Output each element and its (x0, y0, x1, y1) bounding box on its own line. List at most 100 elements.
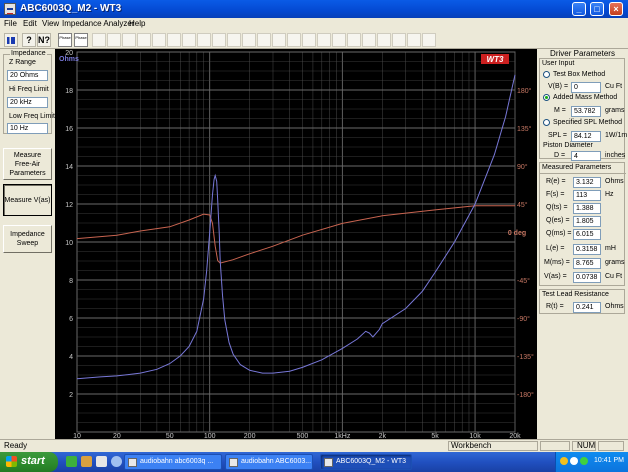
toolbar-slot-button[interactable] (92, 33, 106, 47)
toolbar-slot-button[interactable] (197, 33, 211, 47)
taskbar-item-wt3[interactable]: ABC6003Q_M2 - WT3 (320, 454, 412, 470)
quicklaunch-icon[interactable] (66, 456, 77, 467)
menu-edit[interactable]: Edit (23, 19, 37, 28)
diameter-field[interactable]: 4 (571, 151, 601, 161)
right-axis-tick-label: 90° (517, 163, 528, 171)
measure-free-air-button[interactable]: Measure Free-Air Parameters (3, 148, 52, 180)
left-axis-tick-label: 12 (65, 202, 73, 209)
network-icon[interactable] (580, 457, 588, 465)
chart-icon[interactable] (4, 33, 18, 47)
menu-help[interactable]: Help (129, 19, 145, 28)
right-axis-tick-label: -135° (517, 353, 534, 361)
toolbar-slot-button[interactable] (272, 33, 286, 47)
le-label: L(e) = (546, 245, 565, 252)
m-label: M = (554, 107, 566, 114)
toolbar-slot-button[interactable] (227, 33, 241, 47)
toolbar-slot-button[interactable] (332, 33, 346, 47)
measured-parameters-group: Measured Parameters R(e) = 3.132 Ohms F(… (539, 162, 626, 286)
taskbar-item-browser-2[interactable]: audiobahn ABC6003... (225, 454, 313, 470)
quicklaunch-icon[interactable] (111, 456, 122, 467)
context-help-button[interactable]: N? (37, 33, 51, 47)
toolbar-slot-button[interactable] (392, 33, 406, 47)
left-axis-tick-label: 6 (69, 316, 73, 323)
vas-value: 0.0738 (573, 272, 601, 283)
test-lead-label: Test Lead Resistance (542, 291, 609, 298)
toolbar-slot-button[interactable] (182, 33, 196, 47)
hi-freq-value: 20 kHz (10, 99, 32, 106)
toolbar-slot-button[interactable] (407, 33, 421, 47)
left-axis-tick-label: 18 (65, 88, 73, 95)
test-box-radio[interactable] (543, 71, 550, 78)
quicklaunch-icon[interactable] (81, 456, 92, 467)
impedance-sweep-button[interactable]: Impedance Sweep (3, 225, 52, 253)
menu-view[interactable]: View (42, 19, 59, 28)
maximize-button[interactable]: □ (590, 2, 604, 16)
z-range-field[interactable]: 20 Ohms (7, 70, 48, 81)
tray-icon[interactable] (560, 457, 568, 465)
plot-grid (76, 51, 516, 433)
toolbar-slot-button[interactable] (122, 33, 136, 47)
toolbar-slot-button[interactable] (152, 33, 166, 47)
app-icon[interactable] (4, 3, 16, 15)
d-unit: inches (605, 152, 626, 159)
impedance-sidebar: Impedance Z Range 20 Ohms Hi Freq Limit … (0, 49, 55, 439)
user-input-label: User Input (542, 60, 575, 67)
toolbar-slot-button[interactable] (167, 33, 181, 47)
minimize-button[interactable]: _ (572, 2, 586, 16)
vb-label: V(B) = (548, 83, 569, 90)
low-freq-field[interactable]: 10 Hz (7, 123, 48, 134)
close-button[interactable]: × (609, 2, 623, 16)
menu-file[interactable]: File (4, 19, 17, 28)
wt3-badge: WT3 (487, 55, 504, 64)
menu-impedance-analyzer[interactable]: Impedance Analyzer (62, 19, 135, 28)
volume-icon[interactable] (570, 457, 578, 465)
impedance-plot[interactable]: 20 18 16 14 12 10 8 6 4 2 180° 135° 90° 45° -45° -90° -… (55, 49, 537, 439)
toolbar-slot-button[interactable] (287, 33, 301, 47)
driver-parameters-panel: Driver Parameters User Input Test Box Me… (537, 49, 628, 439)
impedance-chart[interactable]: 2018161412108642 180°135°90°45°-45°-90°-… (55, 49, 537, 439)
start-button[interactable]: start (0, 452, 58, 472)
specified-spl-radio[interactable] (543, 119, 550, 126)
rt-field[interactable]: 0.241 (573, 302, 601, 313)
left-axis-tick-label: 8 (69, 278, 73, 285)
toolbar-slot-button[interactable] (377, 33, 391, 47)
app-window: ABC6003Q_M2 - WT3 _ □ × File Edit View I… (0, 0, 628, 472)
re-value: 3.132 (573, 177, 601, 188)
help-button[interactable]: ? (22, 33, 36, 47)
toolbar-slot-button[interactable] (212, 33, 226, 47)
impedance-group: Impedance Z Range 20 Ohms Hi Freq Limit … (3, 50, 55, 134)
toolbar-slot-button[interactable] (257, 33, 271, 47)
toolbar-slot-button[interactable] (362, 33, 376, 47)
toolbar-slot-button[interactable] (242, 33, 256, 47)
vb-field[interactable]: 0 (571, 82, 601, 93)
toolbar-slot-button[interactable] (137, 33, 151, 47)
windows-flag-icon (6, 456, 17, 467)
hi-freq-field[interactable]: 20 kHz (7, 97, 48, 108)
title-bar[interactable]: ABC6003Q_M2 - WT3 _ □ × (0, 0, 628, 18)
vas-label: V(as) = (544, 273, 567, 280)
left-axis-tick-label: 2 (69, 392, 73, 399)
toolbar-slot-button[interactable] (347, 33, 361, 47)
right-axis-tick-label: 45° (517, 201, 528, 209)
fs-value: 113 (573, 190, 601, 201)
toolbar-slot-button[interactable] (107, 33, 121, 47)
added-mass-label: Added Mass Method (553, 94, 618, 101)
right-axis-tick-label: -90° (517, 315, 530, 323)
left-axis-ticks: 2018161412108642 (65, 50, 73, 399)
phase-overlay-button[interactable]: Phase (74, 33, 88, 47)
taskbar-item-browser-1[interactable]: audiobahn abc6003q ... (124, 454, 222, 470)
right-axis-tick-label: 135° (517, 125, 532, 133)
phase-toggle-button[interactable]: Phase (58, 33, 72, 47)
toolbar-slot-button[interactable] (317, 33, 331, 47)
toolbar-slot-button[interactable] (422, 33, 436, 47)
quicklaunch-icon[interactable] (96, 456, 107, 467)
context-help-glyph: N? (38, 35, 50, 45)
mass-field[interactable]: 53.782 (571, 106, 601, 117)
measure-vas-button[interactable]: Measure V(as) (3, 184, 52, 216)
phase-overlay-label: Phase (75, 35, 87, 40)
divider (540, 173, 626, 174)
added-mass-radio[interactable] (543, 94, 550, 101)
qts-label: Q(ts) = (546, 204, 568, 211)
spl-field[interactable]: 84.12 (571, 131, 601, 142)
toolbar-slot-button[interactable] (302, 33, 316, 47)
